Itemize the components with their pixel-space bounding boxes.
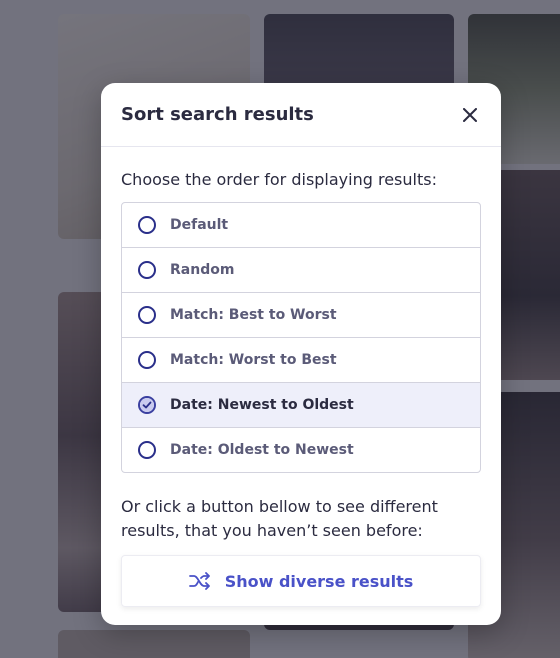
sort-option-date-oldest-to-newest[interactable]: Date: Oldest to Newest — [122, 428, 480, 472]
radio-button[interactable] — [138, 441, 156, 459]
radio-button[interactable] — [138, 351, 156, 369]
checkmark-icon — [140, 398, 154, 412]
radio-button-checked[interactable] — [138, 396, 156, 414]
radio-button[interactable] — [138, 216, 156, 234]
dialog-header: Sort search results — [101, 83, 501, 147]
sort-prompt: Choose the order for displaying results: — [121, 170, 437, 189]
shuffle-icon — [188, 572, 210, 590]
sort-options: Default Random Match: Best to Worst Matc… — [121, 202, 481, 473]
close-button[interactable] — [459, 104, 481, 126]
radio-button[interactable] — [138, 306, 156, 324]
close-icon — [463, 107, 477, 122]
option-label: Date: Oldest to Newest — [170, 442, 354, 458]
show-diverse-results-button[interactable]: Show diverse results — [121, 555, 481, 607]
sort-option-match-worst-to-best[interactable]: Match: Worst to Best — [122, 338, 480, 383]
diverse-hint: Or click a button bellow to see differen… — [121, 497, 438, 540]
option-label: Date: Newest to Oldest — [170, 397, 354, 413]
option-label: Match: Worst to Best — [170, 352, 337, 368]
sort-option-date-newest-to-oldest[interactable]: Date: Newest to Oldest — [122, 383, 480, 428]
radio-button[interactable] — [138, 261, 156, 279]
option-label: Random — [170, 262, 235, 278]
sort-option-random[interactable]: Random — [122, 248, 480, 293]
sort-option-default[interactable]: Default — [122, 203, 480, 248]
sort-option-match-best-to-worst[interactable]: Match: Best to Worst — [122, 293, 480, 338]
dialog-body: Choose the order for displaying results:… — [101, 147, 501, 607]
sort-dialog: Sort search results Choose the order for… — [101, 83, 501, 625]
option-label: Match: Best to Worst — [170, 307, 337, 323]
option-label: Default — [170, 217, 229, 233]
show-diverse-results-label: Show diverse results — [224, 571, 414, 591]
dialog-title: Sort search results — [121, 104, 314, 125]
